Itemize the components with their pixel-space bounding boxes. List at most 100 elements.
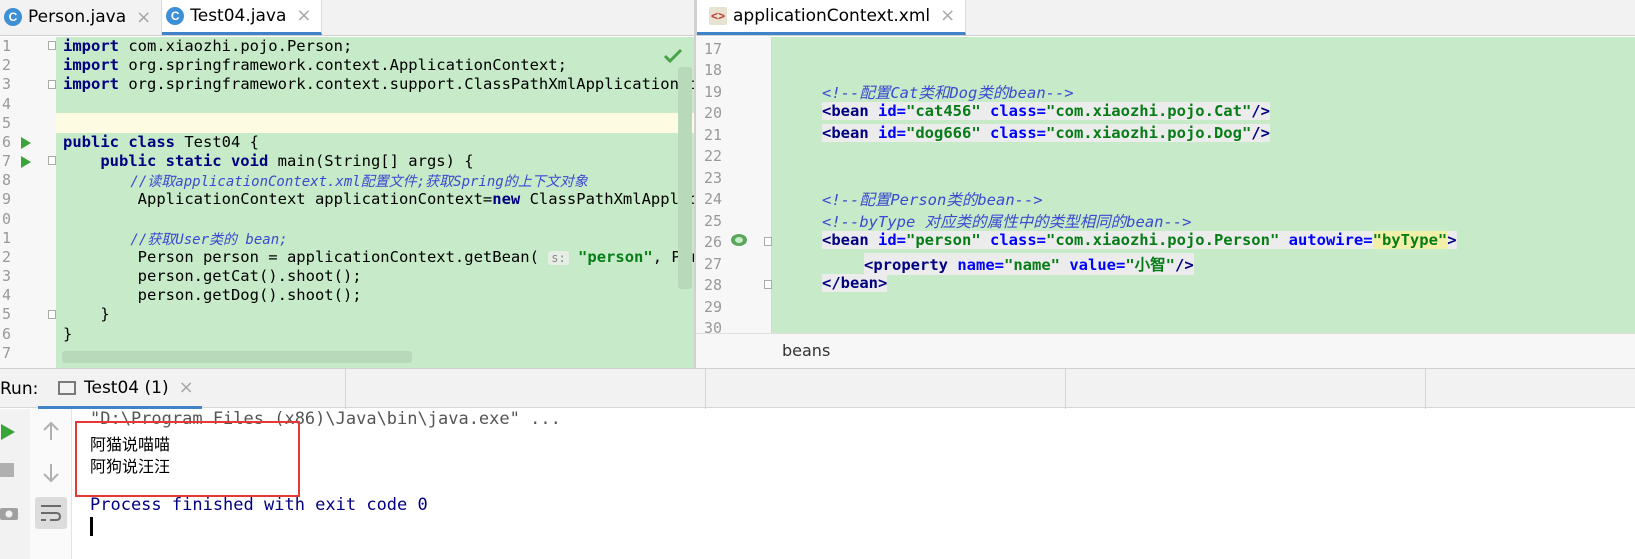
text-cursor: [90, 517, 93, 536]
console-exit-line: Process finished with exit code 0: [90, 495, 428, 515]
xml-breadcrumb-bar: beans: [696, 333, 1635, 368]
java-class-icon: C: [4, 8, 22, 26]
tab-person-java[interactable]: C Person.java ×: [0, 0, 163, 35]
line-number: 3: [2, 267, 12, 285]
caret-line-highlight: [56, 113, 694, 133]
code-line: ApplicationContext applicationContext=ne…: [63, 190, 694, 208]
divider: [1065, 369, 1066, 409]
code-line: }: [63, 305, 110, 323]
camera-icon[interactable]: [0, 505, 18, 521]
run-label: Run:: [0, 379, 39, 399]
line-number: 6: [2, 133, 12, 151]
line-number: 6: [2, 325, 12, 343]
fold-icon[interactable]: [48, 80, 56, 90]
line-number: 24: [704, 190, 723, 208]
run-toolwindow-header: Run: Test04 (1) ×: [0, 368, 1635, 409]
console-toolbar: [30, 409, 72, 559]
line-number: 21: [704, 126, 723, 144]
parameter-hint: s:: [548, 251, 569, 265]
code-line: public class Test04 {: [63, 133, 259, 151]
run-main-icon[interactable]: [20, 156, 32, 168]
line-number: 25: [704, 212, 723, 230]
line-number: 9: [2, 190, 12, 208]
spring-bean-icon[interactable]: [730, 233, 748, 247]
line-number: 26: [704, 233, 723, 251]
fold-icon[interactable]: [764, 280, 772, 290]
vertical-scrollbar[interactable]: [678, 67, 692, 289]
tab-test04-java[interactable]: C Test04.java ×: [162, 0, 323, 35]
fold-icon[interactable]: [48, 41, 56, 51]
line-number: 3: [2, 75, 12, 93]
close-icon[interactable]: ×: [179, 377, 194, 398]
line-number: 20: [704, 104, 723, 122]
stop-icon[interactable]: [0, 463, 14, 477]
code-line: person.getDog().shoot();: [63, 286, 362, 304]
line-number: 19: [704, 83, 723, 101]
close-icon[interactable]: ×: [296, 5, 311, 26]
line-number: 8: [2, 171, 12, 189]
rerun-icon[interactable]: [0, 423, 16, 441]
code-line: person.getCat().shoot();: [63, 267, 362, 285]
code-line: public static void main(String[] args) {: [63, 152, 474, 170]
xml-file-icon: <>: [709, 6, 727, 25]
line-number: 29: [704, 298, 723, 316]
divider: [1425, 369, 1426, 409]
close-icon[interactable]: ×: [136, 7, 151, 28]
line-number: 23: [704, 169, 723, 187]
line-number: 5: [2, 305, 12, 323]
line-number: 7: [2, 344, 12, 362]
line-number: 1: [2, 229, 12, 247]
code-line: import org.springframework.context.Appli…: [63, 56, 567, 74]
line-number: 2: [2, 56, 12, 74]
up-arrow-icon[interactable]: [42, 421, 60, 441]
run-config-icon: [58, 380, 76, 395]
code-line: Person person = applicationContext.getBe…: [63, 248, 694, 266]
highlight-box: [75, 421, 300, 497]
xml-comment: <!--配置Person类的bean-->: [822, 191, 1043, 209]
line-number: 22: [704, 147, 723, 165]
divider: [705, 369, 706, 409]
run-tab-test04[interactable]: Test04 (1) ×: [38, 369, 202, 409]
code-line: import org.springframework.context.suppo…: [63, 75, 694, 93]
code-line: }: [63, 325, 73, 343]
close-icon[interactable]: ×: [940, 5, 955, 26]
tab-label: Person.java: [28, 7, 127, 27]
bean-dog-line: <bean id="dog666" class="com.xiaozhi.poj…: [822, 124, 1270, 142]
bean-close-line: </bean>: [822, 274, 888, 292]
line-number: 4: [2, 95, 12, 113]
line-number: 1: [2, 37, 12, 55]
xml-editor[interactable]: 17 18 19 20 21 22 23 24 25 26 27 28 29 3…: [696, 37, 1635, 333]
horizontal-scrollbar[interactable]: [62, 351, 412, 363]
java-editor[interactable]: 1 2 3 4 5 6 7 8 9 0 1 2 3 4 5 6 7 import…: [0, 37, 694, 368]
line-number: 27: [704, 255, 723, 273]
line-number: 7: [2, 152, 12, 170]
run-actions-toolbar: [0, 409, 30, 559]
code-comment: //读取applicationContext.xml配置文件;获取Spring的…: [63, 174, 588, 190]
right-tab-bar: <> applicationContext.xml ×: [696, 0, 1635, 36]
bean-cat-line: <bean id="cat456" class="com.xiaozhi.poj…: [822, 102, 1270, 120]
line-number: 18: [704, 61, 723, 79]
bean-person-line: <bean id="person" class="com.xiaozhi.poj…: [822, 231, 1457, 249]
fold-icon[interactable]: [48, 310, 56, 320]
code-line: import com.xiaozhi.pojo.Person;: [63, 37, 353, 55]
code-comment: //获取User类的 bean;: [63, 232, 288, 248]
line-number: 4: [2, 286, 12, 304]
fold-icon[interactable]: [764, 237, 772, 247]
check-icon[interactable]: [664, 49, 682, 63]
xml-comment: <!--配置Cat类和Dog类的bean-->: [822, 84, 1074, 102]
xml-comment: <!--byType 对应类的属性中的类型相同的bean-->: [822, 213, 1192, 231]
down-arrow-icon[interactable]: [42, 463, 60, 483]
breadcrumb-beans[interactable]: beans: [782, 341, 830, 360]
run-tab-label: Test04 (1): [84, 377, 169, 398]
line-number: 30: [704, 319, 723, 333]
left-tab-bar: C Person.java × C Test04.java ×: [0, 0, 694, 36]
java-class-icon: C: [166, 6, 185, 25]
line-number: 5: [2, 114, 12, 132]
tab-label: Test04.java: [190, 5, 287, 26]
soft-wrap-button[interactable]: [35, 497, 67, 529]
tab-application-context-xml[interactable]: <> applicationContext.xml ×: [697, 0, 967, 35]
tab-label: applicationContext.xml: [733, 5, 931, 26]
run-class-icon[interactable]: [20, 137, 32, 149]
fold-icon[interactable]: [48, 156, 56, 166]
soft-wrap-icon: [41, 505, 62, 521]
